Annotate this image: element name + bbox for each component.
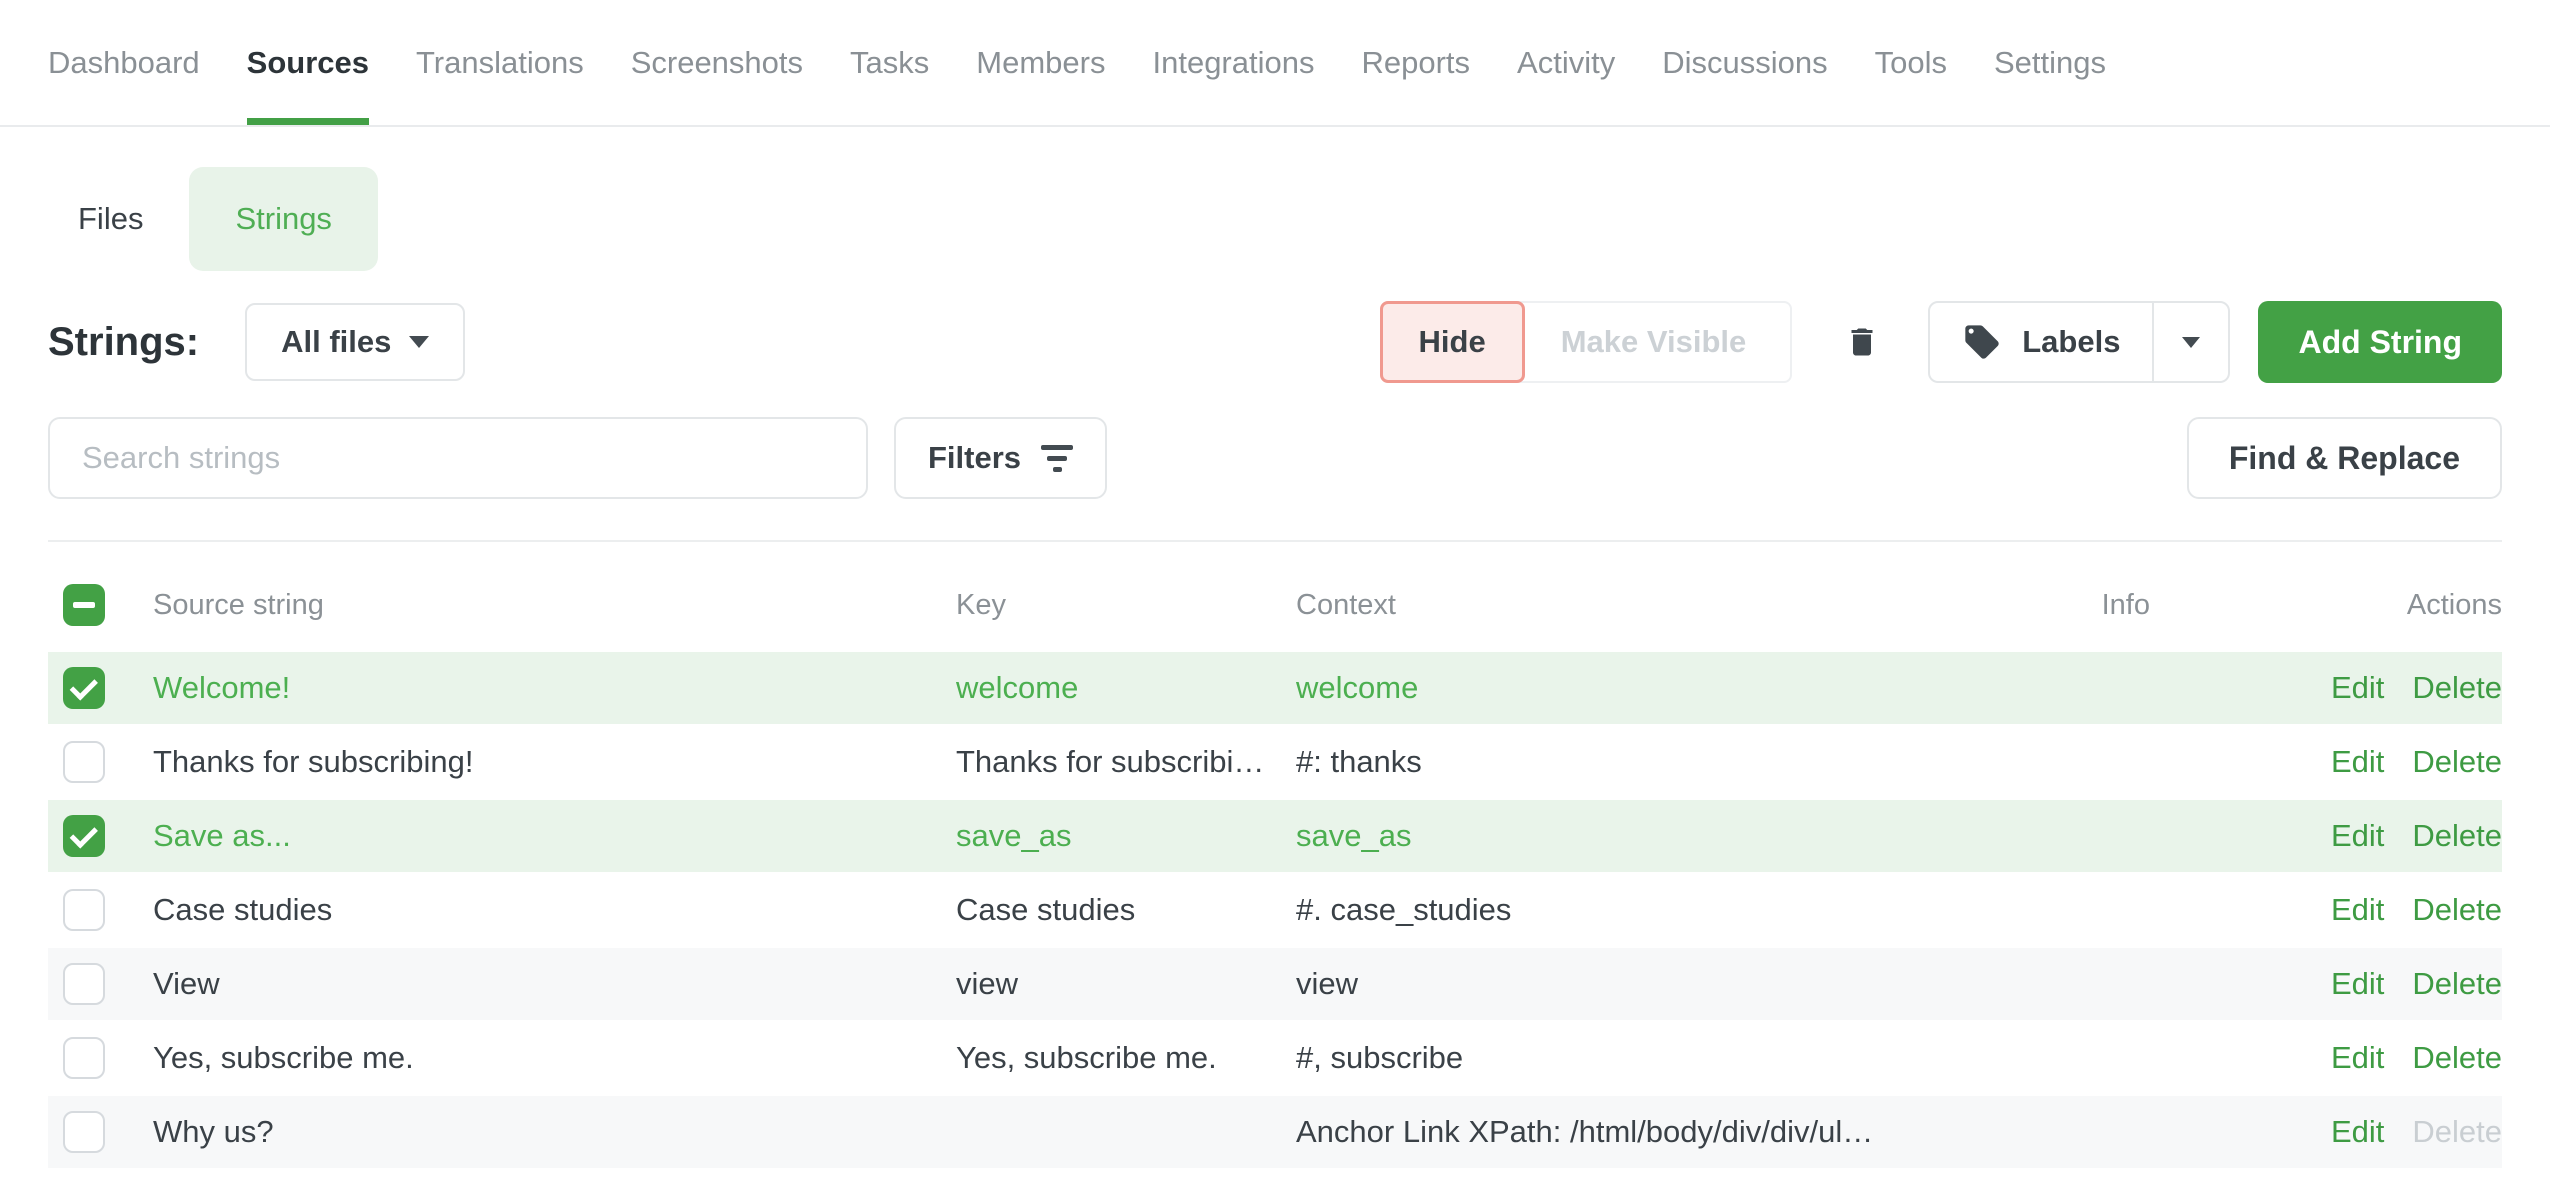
delete-link[interactable]: Delete [2412,1040,2502,1076]
section-divider [48,540,2502,542]
trash-icon [1844,322,1880,362]
nav-item-tools[interactable]: Tools [1875,0,1947,125]
cell-source: Case studies [153,892,956,928]
source-view-tabs: Files Strings [48,167,2502,271]
nav-item-reports[interactable]: Reports [1361,0,1470,125]
file-filter-dropdown[interactable]: All files [245,303,465,381]
chevron-down-icon [2182,337,2200,348]
column-header-key: Key [956,589,1296,622]
strings-table: Source string Key Context Info Actions W… [48,560,2502,1168]
search-row: Filters Find & Replace [48,417,2502,499]
delete-link[interactable]: Delete [2412,744,2502,780]
delete-link[interactable]: Delete [2412,892,2502,928]
table-row: View view view Edit Delete [48,946,2502,1020]
labels-dropdown-toggle[interactable] [2154,303,2228,381]
table-row: Welcome! welcome welcome Edit Delete [48,650,2502,724]
filters-label: Filters [928,440,1021,476]
tab-files[interactable]: Files [48,167,173,271]
labels-button-group: Labels [1928,301,2230,383]
hide-button[interactable]: Hide [1380,301,1525,383]
nav-item-tasks[interactable]: Tasks [850,0,929,125]
make-visible-button[interactable]: Make Visible [1515,301,1793,383]
delete-selected-button[interactable] [1844,322,1880,362]
cell-source: Save as... [153,818,956,854]
row-checkbox[interactable] [63,963,105,1005]
visibility-button-group: Hide Make Visible [1380,301,1793,383]
strings-toolbar: Strings: All files Hide Make Visible Lab… [48,289,2502,395]
row-checkbox[interactable] [63,741,105,783]
row-checkbox[interactable] [63,1111,105,1153]
cell-context: Anchor Link XPath: /html/body/div/div/ul… [1296,1114,1898,1150]
cell-context: #. case_studies [1296,892,1898,928]
column-header-source: Source string [153,589,956,622]
nav-item-discussions[interactable]: Discussions [1662,0,1827,125]
select-all-checkbox[interactable] [63,584,105,626]
filters-button[interactable]: Filters [894,417,1107,499]
delete-link[interactable]: Delete [2412,1114,2502,1150]
cell-context: #: thanks [1296,744,1898,780]
row-checkbox[interactable] [63,815,105,857]
nav-item-activity[interactable]: Activity [1517,0,1615,125]
edit-link[interactable]: Edit [2331,744,2384,780]
table-header-row: Source string Key Context Info Actions [48,560,2502,650]
filter-icon [1041,445,1073,472]
table-body: Welcome! welcome welcome Edit Delete Tha… [48,650,2502,1168]
table-row: Case studies Case studies #. case_studie… [48,872,2502,946]
delete-link[interactable]: Delete [2412,818,2502,854]
cell-source: Yes, subscribe me. [153,1040,956,1076]
nav-item-screenshots[interactable]: Screenshots [631,0,803,125]
delete-link[interactable]: Delete [2412,670,2502,706]
nav-item-integrations[interactable]: Integrations [1152,0,1314,125]
column-header-actions: Actions [2407,589,2502,622]
table-row: Save as... save_as save_as Edit Delete [48,798,2502,872]
cell-source: Why us? [153,1114,956,1150]
edit-link[interactable]: Edit [2331,818,2384,854]
nav-item-settings[interactable]: Settings [1994,0,2106,125]
row-checkbox[interactable] [63,667,105,709]
delete-link[interactable]: Delete [2412,966,2502,1002]
file-filter-label: All files [281,324,391,360]
chevron-down-icon [409,336,429,348]
column-header-context: Context [1296,589,1898,622]
table-row: Yes, subscribe me. Yes, subscribe me. #,… [48,1020,2502,1094]
cell-source: Welcome! [153,670,956,706]
nav-item-dashboard[interactable]: Dashboard [48,0,200,125]
cell-key: view [956,966,1296,1002]
find-replace-button[interactable]: Find & Replace [2187,417,2502,499]
row-checkbox[interactable] [63,1037,105,1079]
edit-link[interactable]: Edit [2331,670,2384,706]
page-title: Strings: [48,320,199,365]
table-row: Thanks for subscribing! Thanks for subsc… [48,724,2502,798]
nav-item-translations[interactable]: Translations [416,0,584,125]
edit-link[interactable]: Edit [2331,1114,2384,1150]
cell-context: #, subscribe [1296,1040,1898,1076]
add-string-button[interactable]: Add String [2258,301,2502,383]
cell-key: Case studies [956,892,1296,928]
cell-context: view [1296,966,1898,1002]
cell-key: save_as [956,818,1296,854]
table-row: Why us? Anchor Link XPath: /html/body/di… [48,1094,2502,1168]
edit-link[interactable]: Edit [2331,1040,2384,1076]
nav-item-members[interactable]: Members [976,0,1105,125]
row-checkbox[interactable] [63,889,105,931]
cell-key: Thanks for subscribing! [956,744,1296,780]
cell-context: welcome [1296,670,1898,706]
tag-icon [1962,322,2002,362]
labels-label: Labels [2022,324,2120,360]
cell-key: Yes, subscribe me. [956,1040,1296,1076]
nav-item-sources[interactable]: Sources [247,0,369,125]
cell-key: welcome [956,670,1296,706]
edit-link[interactable]: Edit [2331,966,2384,1002]
tab-strings[interactable]: Strings [189,167,377,271]
cell-context: save_as [1296,818,1898,854]
top-navigation: Dashboard Sources Translations Screenshots T… [0,0,2550,127]
edit-link[interactable]: Edit [2331,892,2384,928]
column-header-info: Info [2102,589,2150,622]
labels-button[interactable]: Labels [1930,303,2154,381]
cell-source: View [153,966,956,1002]
search-input[interactable] [48,417,868,499]
cell-source: Thanks for subscribing! [153,744,956,780]
